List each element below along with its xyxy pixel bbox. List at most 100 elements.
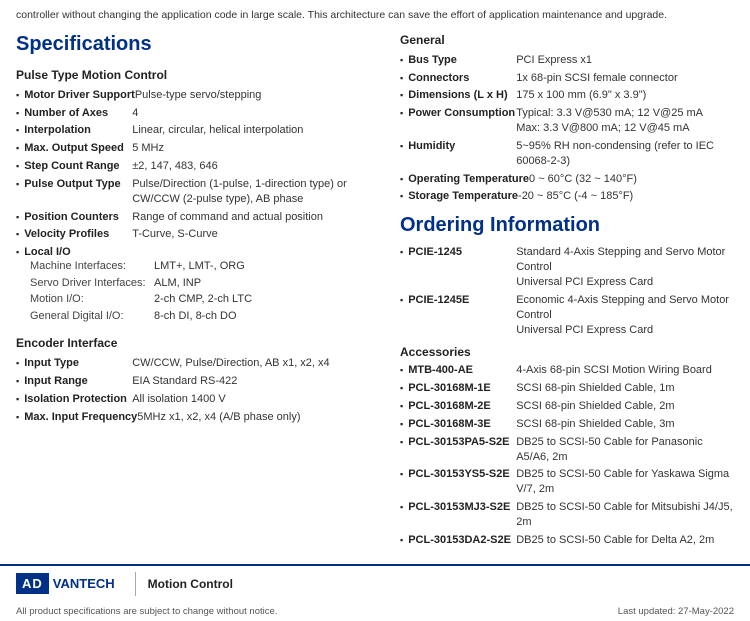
list-item: Operating Temperature 0 ~ 60°C (32 ~ 140… <box>400 172 734 187</box>
spec-label: Operating Temperature <box>408 172 529 187</box>
left-column: Specifications Pulse Type Motion Control… <box>16 33 376 552</box>
spec-value: DB25 to SCSI-50 Cable for Yaskawa Sigma … <box>516 467 734 497</box>
spec-value: Linear, circular, helical interpolation <box>132 123 303 138</box>
spec-value: 1x 68-pin SCSI female connector <box>516 71 677 86</box>
local-io-block: Local I/O Machine Interfaces: LMT+, LMT-… <box>16 246 376 324</box>
spec-value: Typical: 3.3 V@530 mA; 12 V@25 mAMax: 3.… <box>516 106 703 136</box>
spec-label: Input Type <box>24 356 132 371</box>
list-item: Motion I/O: 2-ch CMP, 2-ch LTC <box>30 291 376 308</box>
spec-value: 4 <box>132 106 138 121</box>
list-item: PCL-30153YS5-S2E DB25 to SCSI-50 Cable f… <box>400 467 734 497</box>
pulse-type-list: Motor Driver Support Pulse-type servo/st… <box>16 88 376 243</box>
list-item: Step Count Range ±2, 147, 483, 646 <box>16 159 376 174</box>
spec-value: EIA Standard RS-422 <box>132 374 237 389</box>
spec-label: PCL-30168M-1E <box>408 381 516 396</box>
list-item: PCL-30153DA2-S2E DB25 to SCSI-50 Cable f… <box>400 533 734 548</box>
spec-label: Position Counters <box>24 210 132 225</box>
list-item: Input Range EIA Standard RS-422 <box>16 374 376 389</box>
spec-label: Power Consumption <box>408 106 516 121</box>
spec-label: Number of Axes <box>24 106 132 121</box>
spec-value: Range of command and actual position <box>132 210 323 225</box>
list-item: MTB-400-AE 4-Axis 68-pin SCSI Motion Wir… <box>400 363 734 378</box>
ordering-list: PCIE-1245 Standard 4-Axis Stepping and S… <box>400 245 734 337</box>
spec-label: Max. Output Speed <box>24 141 132 156</box>
spec-label: Bus Type <box>408 53 516 68</box>
spec-value: Standard 4-Axis Stepping and Servo Motor… <box>516 245 734 290</box>
spec-value: 5MHz x1, x2, x4 (A/B phase only) <box>137 410 300 425</box>
list-item: Position Counters Range of command and a… <box>16 210 376 225</box>
footer-divider <box>135 572 136 596</box>
sub-label: Servo Driver Interfaces: <box>30 275 150 292</box>
sub-value: 2-ch CMP, 2-ch LTC <box>154 291 252 308</box>
spec-label: Storage Temperature <box>408 189 518 204</box>
local-io-label: Local I/O <box>24 246 70 258</box>
spec-value: SCSI 68-pin Shielded Cable, 3m <box>516 417 674 432</box>
spec-label: Max. Input Frequency <box>24 410 137 425</box>
list-item: Dimensions (L x H) 175 x 100 mm (6.9" x … <box>400 88 734 103</box>
spec-label: PCIE-1245E <box>408 293 516 308</box>
spec-label: PCL-30168M-3E <box>408 417 516 432</box>
list-item: Velocity Profiles T-Curve, S-Curve <box>16 227 376 242</box>
spec-value: 0 ~ 60°C (32 ~ 140°F) <box>529 172 637 187</box>
spec-value: 5 MHz <box>132 141 164 156</box>
list-item: Pulse Output Type Pulse/Direction (1-pul… <box>16 177 376 207</box>
encoder-heading: Encoder Interface <box>16 336 376 350</box>
spec-label: PCL-30153MJ3-S2E <box>408 500 516 515</box>
footer-disclaimer: All product specifications are subject t… <box>16 606 277 617</box>
spec-value: -20 ~ 85°C (-4 ~ 185°F) <box>518 189 633 204</box>
footer-bottom: All product specifications are subject t… <box>0 602 750 621</box>
list-item: PCL-30168M-2E SCSI 68-pin Shielded Cable… <box>400 399 734 414</box>
list-item: PCIE-1245E Economic 4-Axis Stepping and … <box>400 293 734 338</box>
list-item: PCL-30168M-3E SCSI 68-pin Shielded Cable… <box>400 417 734 432</box>
spec-value: Pulse/Direction (1-pulse, 1-direction ty… <box>132 177 347 207</box>
accessories-list: MTB-400-AE 4-Axis 68-pin SCSI Motion Wir… <box>400 363 734 547</box>
accessories-heading: Accessories <box>400 345 734 359</box>
spec-value: DB25 to SCSI-50 Cable for Mitsubishi J4/… <box>516 500 734 530</box>
general-heading: General <box>400 33 734 47</box>
local-io-sub: Machine Interfaces: LMT+, LMT-, ORG Serv… <box>16 258 376 324</box>
encoder-list: Input Type CW/CCW, Pulse/Direction, AB x… <box>16 356 376 424</box>
list-item: General Digital I/O: 8-ch DI, 8-ch DO <box>30 308 376 325</box>
list-item: Max. Input Frequency 5MHz x1, x2, x4 (A/… <box>16 410 376 425</box>
spec-label: Velocity Profiles <box>24 227 132 242</box>
general-list: Bus Type PCI Express x1 Connectors 1x 68… <box>400 53 734 205</box>
sub-label: General Digital I/O: <box>30 308 150 325</box>
spec-value: 5~95% RH non-condensing (refer to IEC 60… <box>516 139 734 169</box>
spec-label: Connectors <box>408 71 516 86</box>
spec-label: PCL-30168M-2E <box>408 399 516 414</box>
list-item: Isolation Protection All isolation 1400 … <box>16 392 376 407</box>
spec-label: Dimensions (L x H) <box>408 88 516 103</box>
spec-label: Interpolation <box>24 123 132 138</box>
sub-label: Motion I/O: <box>30 291 150 308</box>
list-item: Interpolation Linear, circular, helical … <box>16 123 376 138</box>
spec-label: PCL-30153PA5-S2E <box>408 435 516 450</box>
spec-value: PCI Express x1 <box>516 53 592 68</box>
spec-label: PCL-30153YS5-S2E <box>408 467 516 482</box>
spec-label: Pulse Output Type <box>24 177 132 192</box>
spec-value: DB25 to SCSI-50 Cable for Delta A2, 2m <box>516 533 714 548</box>
spec-value: Pulse-type servo/stepping <box>135 88 262 103</box>
pulse-type-heading: Pulse Type Motion Control <box>16 68 376 82</box>
top-description: controller without changing the applicat… <box>0 0 750 27</box>
spec-value: 175 x 100 mm (6.9" x 3.9") <box>516 88 646 103</box>
footer: ADVANTECH Motion Control <box>0 564 750 602</box>
right-column: General Bus Type PCI Express x1 Connecto… <box>400 33 734 552</box>
spec-value: T-Curve, S-Curve <box>132 227 218 242</box>
list-item: Connectors 1x 68-pin SCSI female connect… <box>400 71 734 86</box>
footer-last-updated: Last updated: 27-May-2022 <box>618 606 734 617</box>
sub-value: 8-ch DI, 8-ch DO <box>154 308 237 325</box>
spec-value: DB25 to SCSI-50 Cable for Panasonic A5/A… <box>516 435 734 465</box>
list-item: Input Type CW/CCW, Pulse/Direction, AB x… <box>16 356 376 371</box>
list-item: Humidity 5~95% RH non-condensing (refer … <box>400 139 734 169</box>
spec-value: ±2, 147, 483, 646 <box>132 159 218 174</box>
main-content: Specifications Pulse Type Motion Control… <box>0 27 750 552</box>
ordering-title: Ordering Information <box>400 214 734 237</box>
spec-label: PCL-30153DA2-S2E <box>408 533 516 548</box>
spec-value: All isolation 1400 V <box>132 392 226 407</box>
list-item: Servo Driver Interfaces: ALM, INP <box>30 275 376 292</box>
spec-label: Step Count Range <box>24 159 132 174</box>
spec-value: CW/CCW, Pulse/Direction, AB x1, x2, x4 <box>132 356 329 371</box>
local-io-title: Local I/O <box>16 246 376 258</box>
spec-label: MTB-400-AE <box>408 363 516 378</box>
sub-label: Machine Interfaces: <box>30 258 150 275</box>
